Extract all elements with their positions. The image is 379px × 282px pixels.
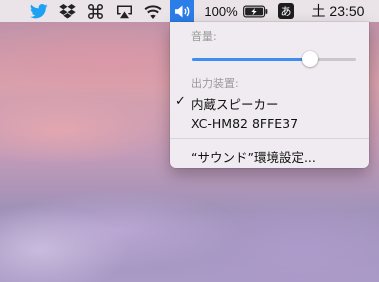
volume-header: 音量: [191,30,217,43]
input-method-label: あ [278,3,294,19]
clock-text: 土 23:50 [311,3,365,19]
airplay-icon[interactable] [112,0,136,22]
battery-percent[interactable]: 100% [203,0,239,22]
menu-bar: 100% あ 土 23:50 [0,0,379,22]
battery-icon[interactable] [241,0,269,22]
wifi-icon[interactable] [141,0,165,22]
output-device-header: 出力装置: [191,77,239,90]
command-icon[interactable] [84,0,106,22]
checkmark-icon: ✓ [175,94,186,109]
output-device-xc-hm82[interactable]: XC-HM82 8FFE37 [191,116,298,131]
dropbox-icon[interactable] [56,0,78,22]
volume-slider-fill [192,58,311,61]
clock[interactable]: 土 23:50 [307,0,369,22]
volume-slider-knob[interactable] [302,51,319,67]
output-device-builtin-speaker[interactable]: 内蔵スピーカー [191,94,279,113]
battery-percent-text: 100% [204,3,238,19]
sound-preferences-item[interactable]: “サウンド”環境設定... [191,147,316,166]
input-method-icon[interactable]: あ [276,0,296,22]
volume-slider[interactable] [192,51,356,67]
twitter-icon[interactable] [28,0,50,22]
menu-separator [170,138,369,139]
volume-icon[interactable] [170,0,194,22]
volume-menu: 音量: 出力装置: ✓ 内蔵スピーカー XC-HM82 8FFE37 “サウンド… [170,22,369,168]
